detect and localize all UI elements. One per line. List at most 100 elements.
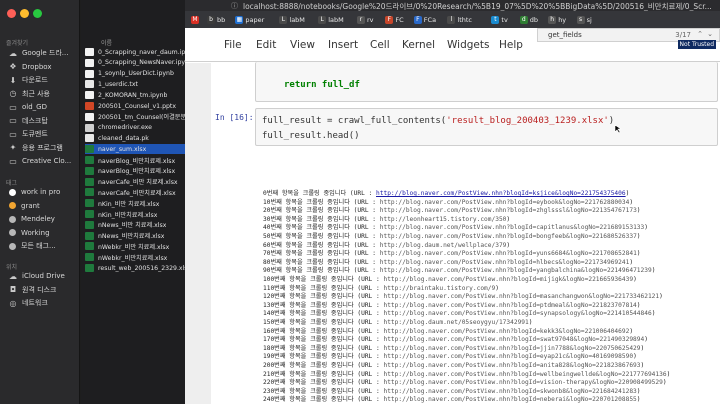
sidebar-item[interactable]: ▭ Creative Clo...: [0, 155, 80, 167]
file-row[interactable]: nKin_비만 치료제.xlsx: [85, 198, 185, 208]
tag-label: Working: [21, 228, 50, 237]
close-window-button[interactable]: [7, 9, 16, 18]
location-item[interactable]: ☁ iCloud Drive: [0, 270, 80, 282]
output-suffix: ): [636, 396, 641, 404]
menu-edit[interactable]: Edit: [256, 39, 276, 51]
chevron-up-icon[interactable]: ⌃: [697, 30, 703, 38]
excel-file-icon: [85, 264, 94, 272]
sidebar-item[interactable]: ▭ old_GD: [0, 101, 80, 113]
find-query[interactable]: get_fields: [548, 31, 582, 39]
location-item[interactable]: ◎ 네트워크: [0, 297, 80, 309]
bookmark-item[interactable]: LlabM: [279, 14, 305, 25]
menu-widgets[interactable]: Widgets: [447, 39, 489, 51]
sidebar-item[interactable]: ✦ 응용 프로그램: [0, 142, 80, 154]
file-row[interactable]: cleaned_data.pk: [85, 133, 185, 143]
bookmark-icon: F: [385, 15, 394, 24]
excel-file-icon: [85, 156, 94, 164]
tag-item[interactable]: 모든 태그...: [0, 240, 80, 252]
file-row[interactable]: nNews_비만치료제.xlsx: [85, 231, 185, 241]
prev-code-line: return full_df: [284, 80, 360, 90]
sidebar-item[interactable]: ⬇ 다운로드: [0, 74, 80, 86]
bookmark-item[interactable]: l lthtc: [447, 14, 472, 25]
file-row[interactable]: naverCafe_비만치료제.xlsx: [85, 187, 185, 197]
bookmark-item[interactable]: b bb: [207, 14, 225, 25]
bookmark-item[interactable]: r rv: [357, 14, 374, 25]
tag-item[interactable]: grant: [0, 200, 80, 212]
sidebar-item-label: 다운로드: [22, 76, 48, 84]
menu-kernel[interactable]: Kernel: [402, 39, 435, 51]
app-icon: ✦: [9, 143, 17, 152]
tag-label: 모든 태그...: [21, 242, 56, 250]
excel-file-icon: [85, 242, 94, 251]
sidebar-item[interactable]: ◷ 최근 사용: [0, 88, 80, 100]
minimize-window-button[interactable]: [20, 9, 29, 18]
file-row[interactable]: 1_soynlp_UserDict.ipynb: [85, 69, 185, 79]
output-prefix: 240번째 항목을 크롤링 중입니다 (URL :: [263, 396, 384, 404]
not-trusted-badge[interactable]: Not Trusted: [677, 40, 716, 49]
sidebar-item-label: old_GD: [22, 103, 47, 111]
menu-help[interactable]: Help: [499, 39, 523, 51]
file-row[interactable]: naverCafe_비만 치료제.xlsx: [85, 177, 185, 187]
tag-item[interactable]: Mendeley: [0, 213, 80, 225]
file-row[interactable]: chromedriver.exe: [85, 123, 185, 133]
file-name: 200501_tm_Counsel(이결문분석): [98, 114, 185, 122]
bookmark-item[interactable]: F FC: [385, 14, 404, 25]
desktop-icon: ▭: [9, 116, 17, 125]
sidebar-item[interactable]: ☁ Google 드라...: [0, 47, 80, 59]
menu-file[interactable]: File: [224, 39, 242, 51]
menu-insert[interactable]: Insert: [328, 39, 358, 51]
info-icon[interactable]: ⓘ: [231, 1, 238, 11]
sidebar-item[interactable]: ❖ Dropbox: [0, 61, 80, 73]
tag-color-dot: [9, 202, 16, 209]
file-row[interactable]: nNews_비만 치료제.xlsx: [85, 220, 185, 230]
chevron-down-icon[interactable]: ⌄: [707, 30, 713, 38]
file-row[interactable]: 200501_Counsel_v1.pptx: [85, 101, 185, 111]
download-icon: ⬇: [9, 75, 17, 85]
file-row[interactable]: nWebkr_비만치료제.xlsx: [85, 252, 185, 262]
file-row[interactable]: result_web_200516_2329.xlsx: [85, 263, 185, 273]
tag-item[interactable]: work in pro: [0, 186, 80, 198]
output-url[interactable]: http://blog.naver.com/PostView.nhn?blogI…: [383, 396, 636, 403]
bookmark-item[interactable]: s sj: [576, 14, 592, 25]
file-row[interactable]: naverBlog_비만치료제.xlsx: [85, 166, 185, 176]
code-cell[interactable]: full_result = crawl_full_contents('resul…: [255, 108, 718, 146]
file-name: 0_Scrapping_naver_daum.ipynb: [98, 48, 185, 56]
bookmark-label: labM: [289, 15, 305, 24]
menu-view[interactable]: View: [290, 39, 315, 51]
bookmark-item[interactable]: M: [191, 14, 201, 25]
output-suffix: ): [636, 233, 641, 240]
zoom-window-button[interactable]: [33, 9, 42, 18]
location-item[interactable]: ◘ 원격 디스크: [0, 284, 80, 296]
excel-file-icon: [85, 210, 94, 218]
bookmark-label: rv: [367, 15, 374, 24]
address-bar[interactable]: ⓘ localhost:8888/notebooks/Google%20드라이브…: [185, 0, 720, 11]
sidebar-item[interactable]: ▭ 데스크탑: [0, 115, 80, 127]
file-row[interactable]: 200501_tm_Counsel(이결문분석): [85, 112, 185, 122]
location-label: 네트워크: [22, 299, 48, 307]
menu-cell[interactable]: Cell: [370, 39, 390, 51]
file-row[interactable]: 1_userdic.txt: [85, 79, 185, 89]
bookmark-item[interactable]: F FCa: [413, 14, 436, 25]
browser-window: ⓘ localhost:8888/notebooks/Google%20드라이브…: [185, 0, 720, 404]
sidebar-item[interactable]: ▭ 도큐멘트: [0, 128, 80, 140]
output-suffix: ): [633, 276, 637, 283]
file-row[interactable]: nWebkr_비만 치료제.xlsx: [85, 241, 185, 251]
file-row[interactable]: naverBlog_비만치료제.xlsx: [85, 155, 185, 165]
bookmark-item[interactable]: t tv: [491, 14, 508, 25]
file-row[interactable]: nKin_비만치료제.xlsx: [85, 209, 185, 219]
file-row[interactable]: 2_KOMORAN_tm.ipynb: [85, 90, 185, 100]
tag-item[interactable]: Working: [0, 227, 80, 239]
prev-code-cell[interactable]: return full_df: [255, 62, 718, 102]
sidebar-item-label: Google 드라...: [22, 49, 69, 57]
bookmark-item[interactable]: d db: [519, 14, 538, 25]
file-row[interactable]: naver_sum.xlsx: [85, 144, 185, 155]
favorites-header: 즐겨찾기: [6, 40, 29, 47]
file-row[interactable]: 0_Scrapping_naver_daum.ipynb: [85, 47, 185, 57]
sidebar-item-label: 도큐멘트: [22, 130, 48, 138]
tag-color-dot: [9, 215, 16, 223]
bookmark-item[interactable]: h hy: [548, 14, 566, 25]
bookmark-item[interactable]: ▦ paper: [235, 14, 264, 25]
file-row[interactable]: 0_Scrapping_NewsNaver.ipynb: [85, 58, 185, 68]
column-header-name[interactable]: 이름: [101, 38, 112, 47]
bookmark-item[interactable]: LlabM: [318, 14, 344, 25]
